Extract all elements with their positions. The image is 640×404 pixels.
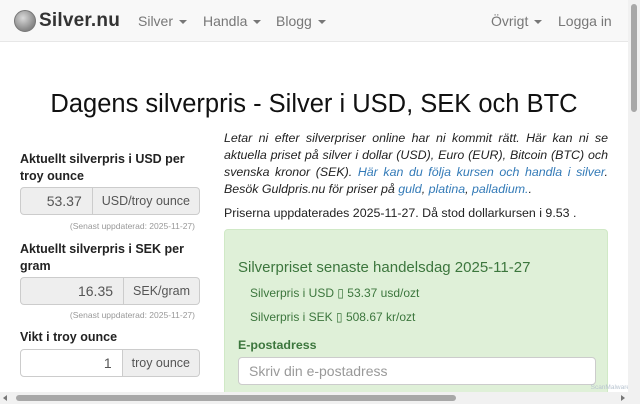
navbar: Silver.nu Silver Handla Blogg Övrigt Log… <box>0 0 628 42</box>
intro-tail: . <box>528 182 532 196</box>
usd-updated-note: (Senast uppdaterad: 2025-11-27) <box>69 221 195 231</box>
caret-down-icon <box>534 20 543 24</box>
weight-unit-addon: troy ounce <box>122 349 200 377</box>
sek-price-field[interactable]: 16.35 <box>20 277 125 305</box>
caret-down-icon <box>179 20 188 24</box>
prices-updated-text: Priserna uppdaterades 2025-11-27. Då sto… <box>224 206 577 220</box>
horizontal-scroll-thumb[interactable] <box>16 395 456 401</box>
nav-handla-label: Handla <box>203 13 248 29</box>
sek-price-group: 16.35 SEK/gram <box>20 277 200 305</box>
nav-silver-label: Silver <box>138 13 174 29</box>
brand-logo[interactable]: Silver.nu <box>14 7 120 35</box>
usd-price-line: Silverpris i USD ▯ 53.37 usd/ozt <box>250 286 420 300</box>
weight-group: 1 troy ounce <box>20 349 200 377</box>
nav-handla-dropdown[interactable]: Handla <box>203 13 262 29</box>
usd-unit-addon: USD/troy ounce <box>92 187 200 215</box>
email-label: E-postadress <box>238 338 317 352</box>
intro-separator: , <box>465 182 469 196</box>
gold-link[interactable]: guld <box>398 182 421 196</box>
sek-price-label: Aktuellt silverpris i SEK per gram <box>20 242 184 273</box>
nav-blogg-label: Blogg <box>276 13 312 29</box>
scroll-right-arrow-icon[interactable] <box>621 395 625 401</box>
intro-paragraph: Letar ni efter silverpriser online har n… <box>224 130 608 198</box>
usd-price-label: Aktuellt silverpris i USD per troy ounce <box>20 152 185 183</box>
platinum-link[interactable]: platina <box>429 182 466 196</box>
sek-updated-note: (Senast uppdaterad: 2025-11-27) <box>69 310 195 320</box>
page-title: Dagens silverpris - Silver i USD, SEK oc… <box>50 90 578 118</box>
vertical-scrollbar[interactable] <box>628 0 640 392</box>
panel-title: Silverpriset senaste handelsdag 2025-11-… <box>238 259 531 276</box>
vertical-scroll-thumb[interactable] <box>631 4 637 112</box>
login-link[interactable]: Logga in <box>558 13 612 29</box>
scroll-left-arrow-icon[interactable] <box>3 395 7 401</box>
horizontal-scrollbar[interactable] <box>0 392 640 404</box>
silver-coin-icon <box>14 10 36 32</box>
nav-ovrigt-label: Övrigt <box>491 13 529 29</box>
intro-separator: , <box>421 182 426 196</box>
latest-price-panel: Silverpriset senaste handelsdag 2025-11-… <box>224 229 608 399</box>
scanmalware-watermark: ScanMalware <box>590 384 630 391</box>
usd-price-field[interactable]: 53.37 <box>20 187 93 215</box>
login-label: Logga in <box>558 13 612 29</box>
brand-name: Silver.nu <box>39 10 121 31</box>
nav-ovrigt-dropdown[interactable]: Övrigt <box>491 13 543 29</box>
nav-blogg-dropdown[interactable]: Blogg <box>276 13 326 29</box>
weight-label: Vikt i troy ounce <box>20 330 118 344</box>
weight-input[interactable]: 1 <box>20 349 123 377</box>
caret-down-icon <box>253 20 262 24</box>
caret-down-icon <box>317 20 326 24</box>
follow-silver-link[interactable]: Här kan du följa kursen och handla i sil… <box>358 165 605 179</box>
sek-price-line: Silverpris i SEK ▯ 508.67 kr/ozt <box>250 310 416 324</box>
nav-silver-dropdown[interactable]: Silver <box>138 13 188 29</box>
email-input[interactable]: Skriv din e-postadress <box>238 357 596 385</box>
palladium-link[interactable]: palladium. <box>472 182 528 196</box>
usd-price-group: 53.37 USD/troy ounce <box>20 187 200 215</box>
sek-unit-addon: SEK/gram <box>124 277 200 305</box>
